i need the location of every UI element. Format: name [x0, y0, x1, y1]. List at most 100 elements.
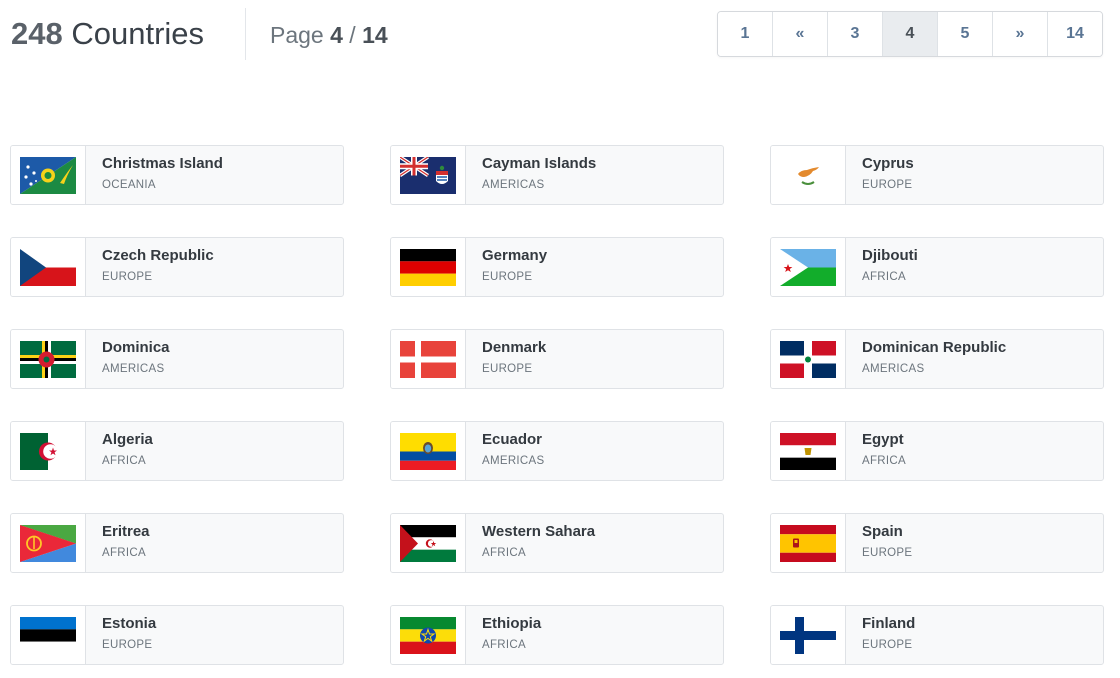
page-prev-button[interactable]: « — [772, 12, 827, 56]
dominica-flag-icon — [20, 340, 76, 378]
country-card[interactable]: Germany EUROPE — [390, 237, 724, 297]
country-card[interactable]: Ethiopia AFRICA — [390, 605, 724, 665]
country-card[interactable]: Cayman Islands AMERICAS — [390, 145, 724, 205]
country-region: OCEANIA — [102, 179, 156, 191]
country-name: Estonia — [102, 615, 157, 632]
country-card[interactable]: Finland EUROPE — [770, 605, 1104, 665]
country-region: AFRICA — [102, 455, 146, 467]
country-info: Egypt AFRICA — [846, 422, 906, 480]
dominican-republic-flag-icon — [780, 340, 836, 378]
country-info: Christmas Island OCEANIA — [86, 146, 223, 204]
country-info: Eritrea AFRICA — [86, 514, 150, 572]
country-info: Ethiopia AFRICA — [466, 606, 541, 664]
page-prefix: Page — [270, 22, 331, 48]
country-region: EUROPE — [482, 271, 533, 283]
country-name: Dominica — [102, 339, 170, 356]
country-region: EUROPE — [102, 639, 153, 651]
country-card[interactable]: Algeria AFRICA — [10, 421, 344, 481]
flag-container — [771, 146, 846, 204]
country-region: AFRICA — [862, 455, 906, 467]
country-info: Cyprus EUROPE — [846, 146, 914, 204]
country-card[interactable]: Christmas Island OCEANIA — [10, 145, 344, 205]
country-card[interactable]: Egypt AFRICA — [770, 421, 1104, 481]
country-card[interactable]: Dominica AMERICAS — [10, 329, 344, 389]
page-title: 248 Countries — [11, 14, 204, 54]
page-first-button[interactable]: 1 — [718, 12, 772, 56]
flag-container — [11, 422, 86, 480]
country-region: EUROPE — [862, 639, 913, 651]
country-card[interactable]: Djibouti AFRICA — [770, 237, 1104, 297]
country-name: Djibouti — [862, 247, 918, 264]
djibouti-flag-icon — [780, 248, 836, 286]
country-info: Dominica AMERICAS — [86, 330, 170, 388]
country-info: Czech Republic EUROPE — [86, 238, 214, 296]
country-card[interactable]: Western Sahara AFRICA — [390, 513, 724, 573]
country-card[interactable]: Eritrea AFRICA — [10, 513, 344, 573]
pagination: 1 « 3 4 5 » 14 — [717, 11, 1103, 57]
country-info: Algeria AFRICA — [86, 422, 153, 480]
country-name: Denmark — [482, 339, 547, 356]
flag-container — [391, 422, 466, 480]
country-region: AFRICA — [482, 639, 526, 651]
country-region: EUROPE — [862, 547, 913, 559]
flag-container — [771, 606, 846, 664]
country-region: AFRICA — [102, 547, 146, 559]
page-3-button[interactable]: 3 — [827, 12, 882, 56]
country-info: Finland EUROPE — [846, 606, 915, 664]
country-info: Denmark EUROPE — [466, 330, 546, 388]
cyprus-flag-icon — [780, 156, 836, 194]
country-region: AFRICA — [482, 547, 526, 559]
country-region: AMERICAS — [482, 455, 545, 467]
country-card[interactable]: Ecuador AMERICAS — [390, 421, 724, 481]
flag-container — [771, 422, 846, 480]
page-separator: / — [342, 22, 363, 48]
page-last-button[interactable]: 14 — [1047, 12, 1102, 56]
country-card[interactable]: Dominican Republic AMERICAS — [770, 329, 1104, 389]
flag-container — [391, 606, 466, 664]
flag-container — [11, 606, 86, 664]
page-next-button[interactable]: » — [992, 12, 1047, 56]
ecuador-flag-icon — [400, 432, 456, 470]
country-count-label: Countries — [62, 16, 205, 51]
page-5-button[interactable]: 5 — [937, 12, 992, 56]
country-region: AMERICAS — [482, 179, 545, 191]
christmas-island-flag-icon — [20, 156, 76, 194]
country-card[interactable]: Spain EUROPE — [770, 513, 1104, 573]
country-info: Dominican Republic AMERICAS — [846, 330, 1006, 388]
page-total: 14 — [362, 22, 388, 48]
country-name: Finland — [862, 615, 916, 632]
country-name: Germany — [482, 247, 548, 264]
country-card[interactable]: Cyprus EUROPE — [770, 145, 1104, 205]
flag-container — [771, 514, 846, 572]
country-info: Spain EUROPE — [846, 514, 912, 572]
country-region: EUROPE — [482, 363, 533, 375]
country-name: Ethiopia — [482, 615, 542, 632]
country-name: Cayman Islands — [482, 155, 597, 172]
country-region: AMERICAS — [862, 363, 925, 375]
cayman-islands-flag-icon — [400, 156, 456, 194]
flag-container — [771, 238, 846, 296]
country-region: EUROPE — [862, 179, 913, 191]
egypt-flag-icon — [780, 432, 836, 470]
estonia-flag-icon — [20, 616, 76, 654]
country-region: AMERICAS — [102, 363, 165, 375]
country-info: Estonia EUROPE — [86, 606, 156, 664]
eritrea-flag-icon — [20, 524, 76, 562]
country-card[interactable]: Czech Republic EUROPE — [10, 237, 344, 297]
country-name: Egypt — [862, 431, 904, 448]
country-card[interactable]: Estonia EUROPE — [10, 605, 344, 665]
page-indicator: Page 4 / 14 — [270, 20, 388, 50]
country-name: Czech Republic — [102, 247, 214, 264]
flag-container — [11, 514, 86, 572]
denmark-flag-icon — [400, 340, 456, 378]
algeria-flag-icon — [20, 432, 76, 470]
ethiopia-flag-icon — [400, 616, 456, 654]
country-name: Christmas Island — [102, 155, 223, 172]
page-4-button-active[interactable]: 4 — [882, 12, 937, 56]
flag-container — [391, 146, 466, 204]
page-current: 4 — [330, 22, 343, 48]
country-region: EUROPE — [102, 271, 153, 283]
country-card[interactable]: Denmark EUROPE — [390, 329, 724, 389]
country-name: Cyprus — [862, 155, 914, 172]
country-info: Djibouti AFRICA — [846, 238, 918, 296]
